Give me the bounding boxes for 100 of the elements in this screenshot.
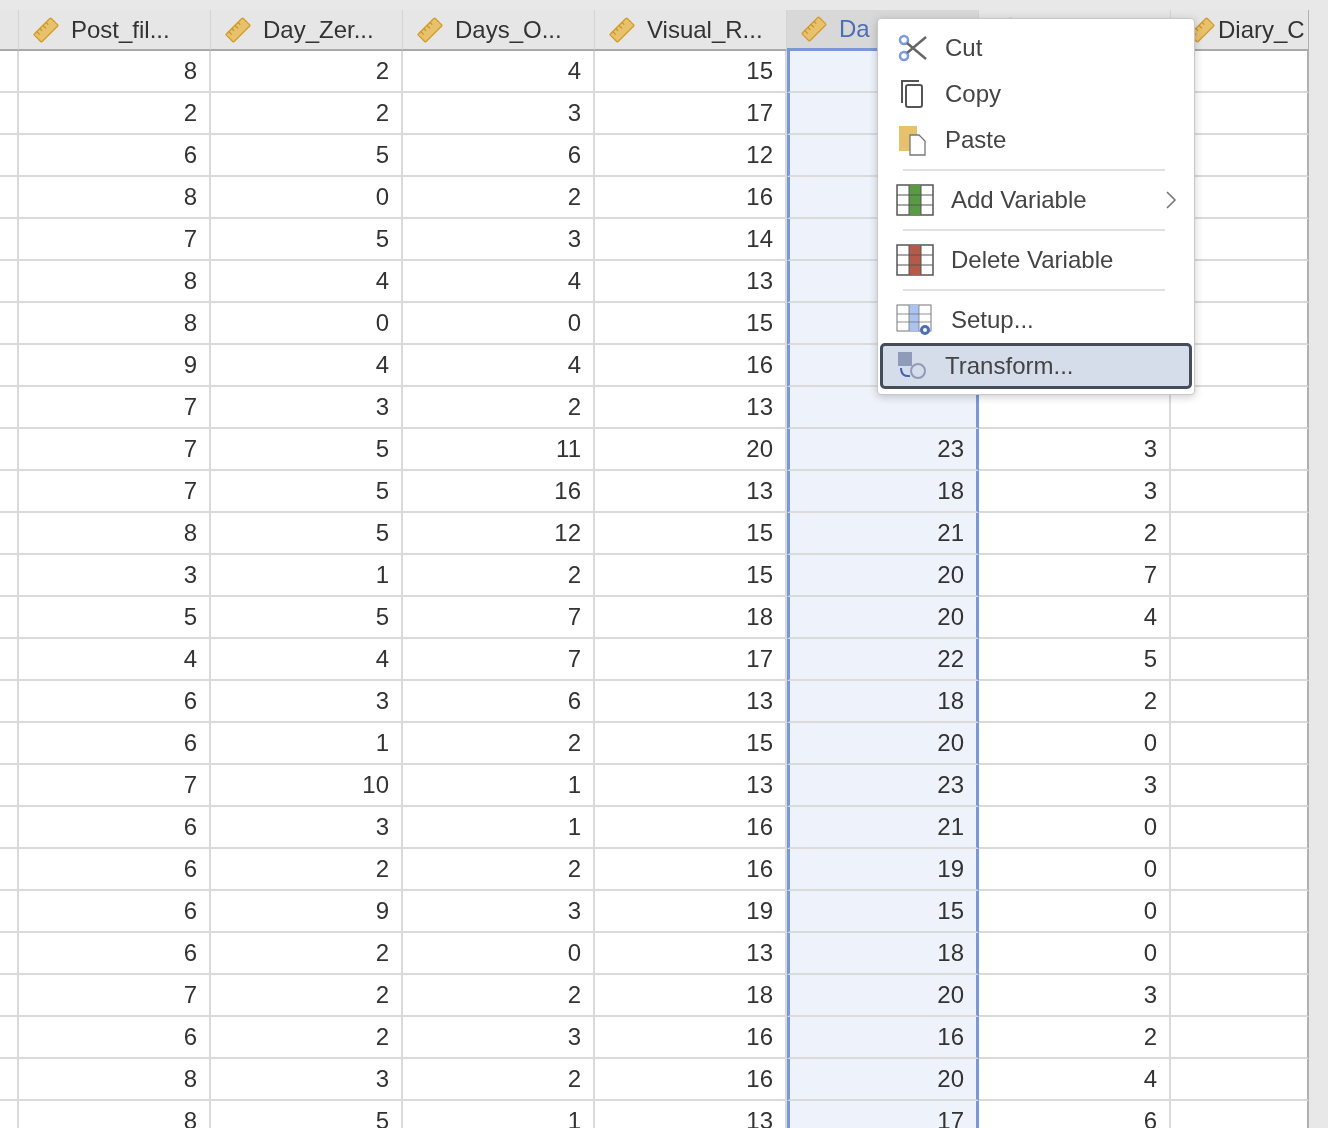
table-cell: 5 [979, 639, 1171, 681]
table-cell: 5 [211, 513, 403, 555]
table-cell: 4 [979, 597, 1171, 639]
table-cell: 2 [211, 93, 403, 135]
table-cell: 7 [19, 429, 211, 471]
table-cell: 15 [595, 555, 787, 597]
table-cell: 2 [211, 933, 403, 975]
table-cell: 4 [403, 261, 595, 303]
table-cell: 7 [403, 597, 595, 639]
table-cell: 6 [19, 849, 211, 891]
table-cell: 7 [19, 765, 211, 807]
table-cell: 6 [19, 933, 211, 975]
table-cell: 7 [19, 471, 211, 513]
table-cell: 6 [19, 891, 211, 933]
table-cell: 6 [19, 807, 211, 849]
table-cell: 3 [979, 765, 1171, 807]
table-cell: 16 [595, 177, 787, 219]
table-cell: 3 [403, 891, 595, 933]
table-cell: 3 [979, 975, 1171, 1017]
table-cell: 15 [595, 51, 787, 93]
table-cell: 3 [403, 1017, 595, 1059]
table-cell: 8 [19, 51, 211, 93]
table-cell: 15 [787, 891, 979, 933]
table-cell: 3 [211, 387, 403, 429]
table-cell: 10 [211, 765, 403, 807]
table-cell: 18 [595, 975, 787, 1017]
table-cell: 6 [19, 723, 211, 765]
table-cell: 0 [979, 723, 1171, 765]
table-cell: 16 [595, 1059, 787, 1101]
table-cell: 0 [979, 891, 1171, 933]
table-cell: 5 [211, 429, 403, 471]
table-cell: 16 [595, 1017, 787, 1059]
table-cell: 4 [403, 51, 595, 93]
table-cell: 2 [403, 723, 595, 765]
table-cell: 3 [19, 555, 211, 597]
table-cell: 6 [19, 681, 211, 723]
table-cell: 21 [787, 513, 979, 555]
table-cell: 4 [19, 639, 211, 681]
table-cell: 8 [19, 261, 211, 303]
table-cell: 15 [595, 303, 787, 345]
table-cell: 9 [211, 891, 403, 933]
table-cell: 18 [787, 471, 979, 513]
table-cell: 8 [19, 1059, 211, 1101]
table-cell: 18 [787, 933, 979, 975]
table-cell: 3 [403, 219, 595, 261]
table-cell: 13 [595, 765, 787, 807]
table-cell: 7 [403, 639, 595, 681]
table-cell: 2 [211, 849, 403, 891]
table-cell: 17 [595, 639, 787, 681]
table-cell: 5 [211, 471, 403, 513]
table-cell: 0 [979, 933, 1171, 975]
table-cell: 12 [595, 135, 787, 177]
table-cell: 13 [595, 387, 787, 429]
table-cell: 7 [979, 555, 1171, 597]
table-cell: 11 [403, 429, 595, 471]
table-cell: 4 [403, 345, 595, 387]
table-cell: 12 [403, 513, 595, 555]
table-cell: 0 [211, 177, 403, 219]
table-cell: 7 [19, 219, 211, 261]
table-cell: 15 [595, 723, 787, 765]
table-cell: 0 [211, 303, 403, 345]
table-cell: 15 [595, 513, 787, 555]
table-cell: 1 [211, 555, 403, 597]
table-cell: 20 [787, 1059, 979, 1101]
table-cell: 8 [19, 513, 211, 555]
table-cell: 2 [979, 513, 1171, 555]
table-cell: 2 [403, 177, 595, 219]
table-cell: 1 [403, 765, 595, 807]
table-cell: 13 [595, 933, 787, 975]
table-cell: 5 [211, 135, 403, 177]
table-cell: 13 [595, 261, 787, 303]
table-cell: 6 [19, 1017, 211, 1059]
table-cell: 23 [787, 765, 979, 807]
table-cell: 17 [595, 93, 787, 135]
table-cell: 20 [787, 597, 979, 639]
table-cell: 2 [403, 975, 595, 1017]
table-cell: 3 [211, 807, 403, 849]
table-cell: 2 [979, 681, 1171, 723]
table-cell: 0 [403, 933, 595, 975]
table-cell: 22 [787, 639, 979, 681]
table-cell: 18 [787, 681, 979, 723]
table-cell: 21 [787, 807, 979, 849]
table-cell: 5 [211, 219, 403, 261]
table-cell: 0 [403, 303, 595, 345]
table-cell: 5 [211, 597, 403, 639]
table-cell: 2 [979, 1017, 1171, 1059]
table-cell: 2 [19, 93, 211, 135]
table-cell: 0 [979, 807, 1171, 849]
table-cell: 18 [595, 597, 787, 639]
table-cell: 0 [979, 849, 1171, 891]
table-cell: 3 [403, 93, 595, 135]
table-cell: 2 [403, 1059, 595, 1101]
table-cell: 2 [211, 1017, 403, 1059]
table-cell: 16 [595, 345, 787, 387]
table-cell: 20 [595, 429, 787, 471]
table-cell: 16 [787, 1017, 979, 1059]
table-cell: 4 [979, 1059, 1171, 1101]
table-cell: 8 [19, 177, 211, 219]
table-cell: 1 [403, 807, 595, 849]
table-cell: 13 [595, 471, 787, 513]
